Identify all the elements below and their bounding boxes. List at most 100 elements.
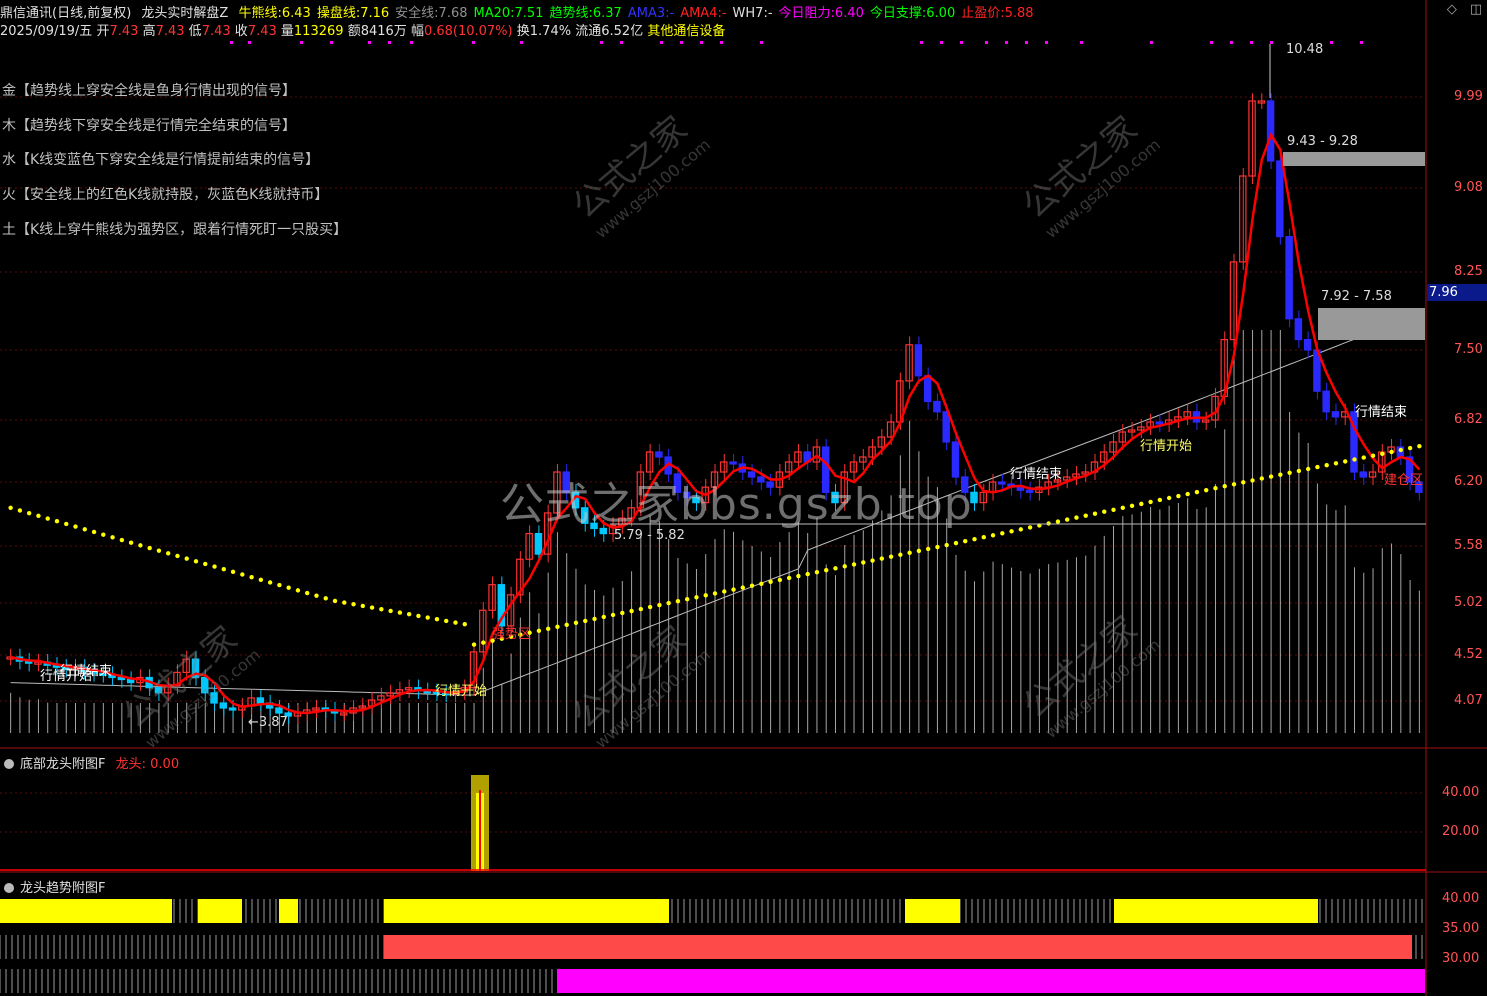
candle <box>534 533 543 555</box>
pane-toggle-icon[interactable] <box>4 759 14 769</box>
bull-bear-dot <box>471 642 477 647</box>
marker-dot <box>230 41 233 44</box>
bull-bear-dot <box>286 585 291 590</box>
bull-bear-dot <box>1120 505 1125 511</box>
signal-end-label: 行情结束 <box>60 664 113 679</box>
bull-bear-dot <box>277 582 282 588</box>
marker-dot <box>1270 41 1273 44</box>
bull-bear-dot <box>1417 444 1422 449</box>
bull-bear-dot <box>740 585 746 590</box>
signal-start-label: 行情开始 <box>435 684 488 699</box>
bull-bear-dot <box>1046 521 1051 526</box>
bull-bear-dot <box>786 575 792 581</box>
candle <box>488 584 496 611</box>
candle <box>655 451 663 458</box>
candle <box>942 411 950 443</box>
candle <box>1155 421 1164 425</box>
candle <box>1285 235 1293 320</box>
marker-dot <box>985 41 988 44</box>
bull-bear-dot <box>1139 501 1144 507</box>
candle <box>729 461 737 465</box>
bull-bear-dot <box>657 602 662 608</box>
bull-bear-dot <box>323 596 328 601</box>
bull-bear-dot <box>230 569 236 575</box>
marker-dot <box>300 41 303 44</box>
bull-bear-dot <box>369 605 375 610</box>
bull-bear-dot <box>1176 493 1181 499</box>
resistance-zone <box>1318 308 1425 340</box>
marker-dot <box>368 41 371 44</box>
bull-bear-dot <box>1398 447 1404 453</box>
marker-dot <box>472 41 475 44</box>
bull-bear-dot <box>1102 509 1107 514</box>
bull-bear-dot <box>925 546 931 552</box>
y-tick: 4.07 <box>1454 693 1483 708</box>
signal-bar <box>479 790 481 871</box>
pane2-title[interactable]: 底部龙头附图F <box>20 757 105 772</box>
bull-bear-dot <box>1407 445 1413 451</box>
signal-fire: 火【安全线上的红色K线就持股，灰蓝色K线就持币】 <box>2 187 329 203</box>
bull-bear-dot <box>953 540 959 546</box>
bull-bear-dot <box>694 595 699 600</box>
bull-bear-dot <box>888 554 894 559</box>
marker-dot <box>520 41 523 44</box>
y-tick: 5.02 <box>1454 595 1483 610</box>
bull-bear-dot <box>45 516 50 521</box>
bull-bear-dot <box>444 618 449 624</box>
bull-bear-dot <box>221 567 226 572</box>
bull-bear-dot <box>17 508 23 513</box>
bull-bear-dot <box>91 529 97 535</box>
bull-bear-dot <box>842 564 847 569</box>
bull-bear-dot <box>295 588 301 593</box>
bull-bear-dot <box>1064 517 1070 522</box>
marker-dot <box>1005 41 1008 44</box>
bull-bear-dot <box>601 614 606 620</box>
trend-block-yellow <box>279 899 298 923</box>
bull-bear-dot <box>110 535 115 540</box>
bull-bear-dot <box>1241 480 1246 485</box>
candle <box>877 436 886 448</box>
bull-bear-dot <box>1389 449 1394 455</box>
bull-bear-dot <box>1296 468 1302 474</box>
trend-block-yellow <box>384 899 669 923</box>
bull-bear-dot <box>1157 497 1163 503</box>
bull-bear-dot <box>972 536 977 542</box>
pane-toggle-icon[interactable] <box>4 883 14 893</box>
bull-bear-dot <box>583 618 588 624</box>
bull-bear-dot <box>267 580 273 585</box>
pane3-title[interactable]: 龙头趋势附图F <box>20 881 105 896</box>
marker-dot <box>960 41 963 44</box>
bull-bear-dot <box>314 593 319 598</box>
candle <box>1294 318 1303 341</box>
marker-dot <box>1250 41 1253 44</box>
bull-bear-dot <box>1231 482 1237 487</box>
y-tick: 9.08 <box>1454 180 1483 195</box>
y-tick: 4.52 <box>1454 647 1483 662</box>
candle <box>933 400 941 413</box>
bull-bear-dot <box>1278 472 1283 477</box>
bull-bear-dot <box>759 581 764 586</box>
bull-bear-dot <box>1287 470 1292 475</box>
bull-bear-dot <box>101 532 106 537</box>
bull-bear-dot <box>796 573 801 579</box>
bull-bear-dot <box>1268 474 1274 479</box>
candle <box>859 456 867 463</box>
bull-bear-dot <box>258 577 264 582</box>
bull-bear-dot <box>193 559 199 564</box>
bull-bear-dot <box>777 577 783 583</box>
bull-bear-dot <box>675 598 681 604</box>
bull-bear-dot <box>1194 489 1200 495</box>
bull-bear-dot <box>684 597 690 602</box>
y-tick: 9.99 <box>1454 89 1483 104</box>
bull-bear-dot <box>156 548 162 553</box>
marker-dot <box>1330 41 1333 44</box>
bull-bear-dot <box>1009 529 1014 534</box>
bull-bear-dot <box>1092 511 1098 516</box>
bull-bear-dot <box>1259 476 1265 481</box>
pane2-series-value: 0.00 <box>150 757 180 772</box>
bull-bear-dot <box>388 608 393 614</box>
bull-bear-dot <box>805 571 810 577</box>
bull-bear-dot <box>768 579 773 585</box>
bull-bear-dot <box>647 604 653 610</box>
bull-bear-dot <box>1222 484 1227 489</box>
